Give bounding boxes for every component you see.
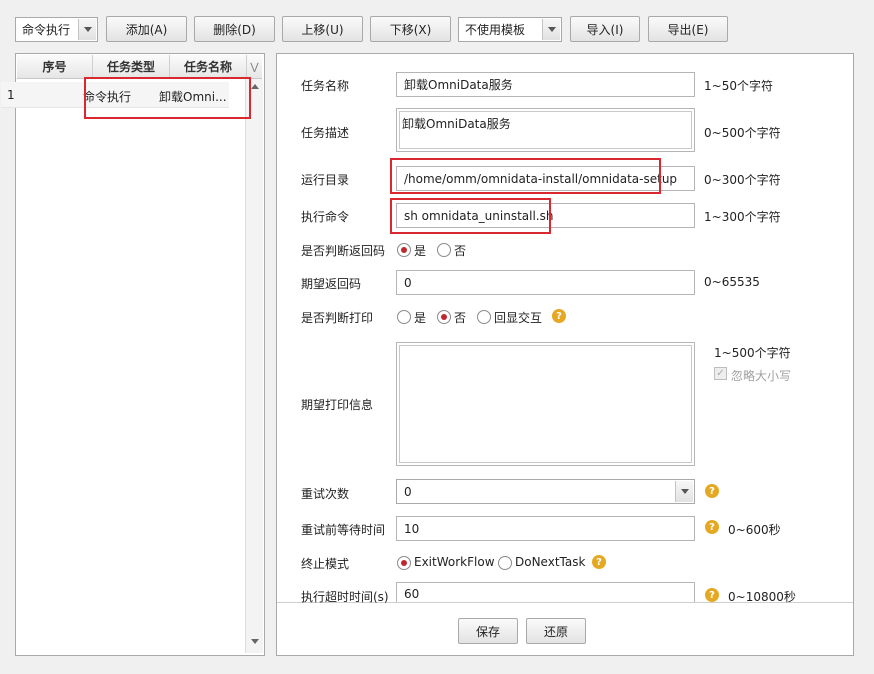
help-icon[interactable]: ?	[592, 555, 606, 569]
expected-print-value	[399, 345, 692, 463]
stop-mode-exit-label: ExitWorkFlow	[414, 555, 495, 569]
check-return-no-label: 否	[454, 244, 467, 258]
task-list-scrollbar[interactable]	[245, 79, 263, 653]
check-print-yes-label: 是	[414, 311, 427, 325]
task-desc-textarea[interactable]: 卸载OmniData服务	[396, 108, 695, 152]
move-down-button[interactable]: 下移(X)	[370, 16, 451, 42]
task-desc-label: 任务描述	[301, 126, 350, 140]
retry-count-select[interactable]: 0	[396, 479, 695, 504]
stop-mode-exit-radio[interactable]	[397, 556, 411, 570]
task-list-header: 序号 任务类型 任务名称 ⋁	[17, 55, 262, 79]
retry-count-label: 重试次数	[301, 487, 350, 501]
ignore-case-label: 忽略大小写	[731, 369, 792, 383]
expected-return-input[interactable]: 0	[396, 270, 695, 295]
run-dir-hint: 0~300个字符	[704, 173, 781, 187]
check-return-label: 是否判断返回码	[301, 244, 386, 258]
delete-button[interactable]: 删除(D)	[194, 16, 275, 42]
retry-wait-input[interactable]: 10	[396, 516, 695, 541]
expected-print-label: 期望打印信息	[301, 398, 374, 412]
retry-wait-hint: 0~600秒	[728, 523, 781, 537]
column-header-index[interactable]: 序号	[17, 55, 93, 79]
column-header-type[interactable]: 任务类型	[93, 55, 170, 79]
help-icon[interactable]: ?	[552, 309, 566, 323]
command-input[interactable]: sh omnidata_uninstall.sh	[396, 203, 695, 228]
retry-wait-label: 重试前等待时间	[301, 523, 386, 537]
template-select[interactable]: 不使用模板	[458, 17, 562, 42]
expected-return-hint: 0~65535	[704, 275, 760, 289]
expected-print-textarea[interactable]	[396, 342, 695, 466]
timeout-hint: 0~10800秒	[728, 590, 796, 604]
check-return-yes-radio[interactable]	[397, 243, 411, 257]
task-desc-hint: 0~500个字符	[704, 126, 781, 140]
mode-select[interactable]: 命令执行	[15, 17, 98, 42]
task-list-panel: 序号 任务类型 任务名称 ⋁	[15, 53, 265, 656]
export-button[interactable]: 导出(E)	[648, 16, 728, 42]
expected-return-label: 期望返回码	[301, 277, 362, 291]
column-menu-icon[interactable]: ⋁	[247, 55, 262, 79]
help-icon[interactable]: ?	[705, 520, 719, 534]
move-up-button[interactable]: 上移(U)	[282, 16, 363, 42]
row-task-type: 命令执行	[83, 90, 132, 104]
stop-mode-next-radio[interactable]	[498, 556, 512, 570]
save-button[interactable]: 保存	[458, 618, 518, 644]
row-task-name: 卸载Omni...	[159, 90, 227, 104]
task-name-label: 任务名称	[301, 79, 350, 93]
task-desc-value: 卸载OmniData服务	[399, 111, 692, 149]
check-print-no-label: 否	[454, 311, 467, 325]
stop-mode-label: 终止模式	[301, 557, 350, 571]
task-name-input[interactable]: 卸载OmniData服务	[396, 72, 695, 97]
check-print-yes-radio[interactable]	[397, 310, 411, 324]
help-icon[interactable]: ?	[705, 484, 719, 498]
check-print-label: 是否判断打印	[301, 311, 374, 325]
retry-count-value: 0	[404, 484, 412, 499]
import-button[interactable]: 导入(I)	[570, 16, 640, 42]
timeout-input[interactable]: 60	[396, 582, 695, 602]
expected-print-hint: 1~500个字符	[714, 346, 791, 360]
template-select-value: 不使用模板	[465, 23, 526, 37]
mode-select-value: 命令执行	[22, 23, 71, 37]
stop-mode-next-label: DoNextTask	[515, 555, 586, 569]
column-header-name[interactable]: 任务名称	[170, 55, 247, 79]
check-return-yes-label: 是	[414, 244, 427, 258]
chevron-down-icon[interactable]	[78, 19, 96, 40]
row-index: 1	[7, 88, 15, 102]
command-label: 执行命令	[301, 210, 350, 224]
command-hint: 1~300个字符	[704, 210, 781, 224]
run-dir-input[interactable]: /home/omm/omnidata-install/omnidata-setu…	[396, 166, 695, 191]
task-name-hint: 1~50个字符	[704, 79, 773, 93]
add-button[interactable]: 添加(A)	[106, 16, 187, 42]
scroll-down-icon[interactable]	[251, 639, 259, 644]
chevron-down-icon[interactable]	[675, 481, 693, 502]
check-print-echo-label: 回显交互	[494, 311, 543, 325]
check-print-no-radio[interactable]	[437, 310, 451, 324]
ignore-case-checkbox[interactable]: ✓	[714, 367, 727, 380]
table-row[interactable]: 1 命令执行 卸载Omni...	[1, 82, 229, 108]
chevron-down-icon[interactable]	[542, 19, 560, 40]
check-return-no-radio[interactable]	[437, 243, 451, 257]
help-icon[interactable]: ?	[705, 588, 719, 602]
timeout-label: 执行超时时间(s)	[301, 590, 389, 604]
restore-button[interactable]: 还原	[526, 618, 586, 644]
scroll-up-icon[interactable]	[251, 84, 259, 89]
run-dir-label: 运行目录	[301, 173, 350, 187]
check-print-echo-radio[interactable]	[477, 310, 491, 324]
